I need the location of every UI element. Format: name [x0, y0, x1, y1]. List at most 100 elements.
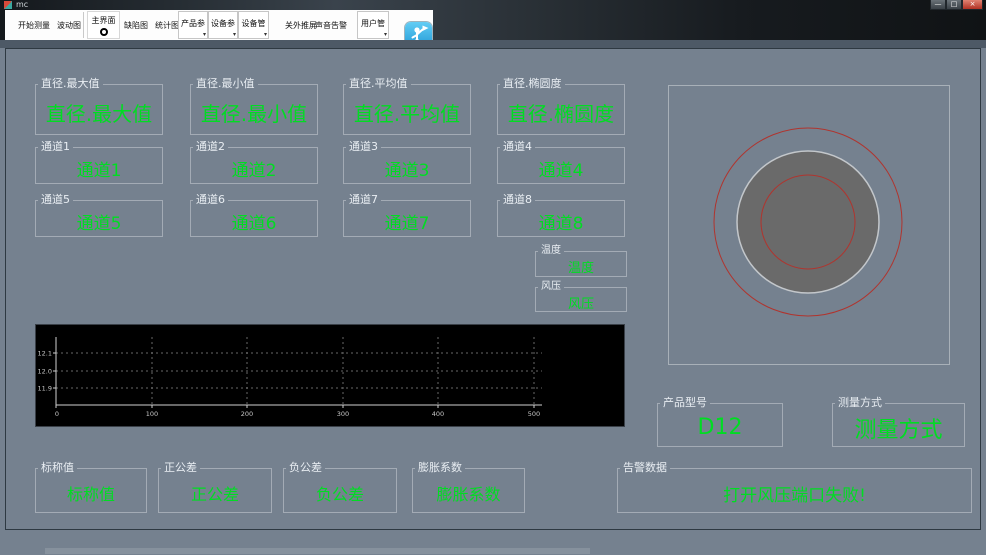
alarm-data-groupbox: 告警数据 打开风压端口失败!	[617, 461, 972, 513]
diameter-max-caption: 直径.最大值	[38, 77, 103, 91]
temperature-caption: 温度	[538, 244, 564, 258]
air-pressure-groupbox: 风压 风压	[535, 280, 627, 312]
dropdown-arrow-icon: ▾	[202, 31, 206, 38]
window-controls: — □ ×	[930, 0, 983, 10]
positive-tolerance-value: 正公差	[190, 485, 239, 504]
diameter-avg-groupbox: 直径.平均值 直径.平均值	[343, 77, 471, 135]
diameter-avg-caption: 直径.平均值	[346, 77, 411, 91]
toolbar-sound-alarm-button[interactable]: 声音告警	[315, 10, 347, 40]
diameter-ovality-value: 直径.椭圆度	[507, 101, 615, 126]
trend-chart: 12.1 12.0 11.9 0 100 200 300 400 500	[35, 324, 625, 427]
chart-x-tick-label: 0	[55, 410, 59, 418]
channel-1-caption: 通道1	[38, 140, 73, 154]
cross-section-display	[668, 85, 950, 365]
expansion-coefficient-caption: 膨胀系数	[415, 461, 465, 475]
app-icon	[4, 1, 12, 9]
channel-5-caption: 通道5	[38, 193, 73, 207]
nominal-value-groupbox: 标称值 标称值	[35, 461, 147, 513]
channel-8-value: 通道8	[538, 213, 584, 234]
channel-1-groupbox: 通道1 通道1	[35, 140, 163, 184]
diameter-ovality-groupbox: 直径.椭圆度 直径.椭圆度	[497, 77, 625, 135]
chart-y-tick-label: 12.1	[38, 350, 52, 358]
channel-3-value: 通道3	[384, 160, 430, 181]
product-model-caption: 产品型号	[660, 396, 710, 410]
channel-2-value: 通道2	[231, 160, 277, 181]
air-pressure-caption: 风压	[538, 280, 564, 294]
toolbar-main-screen-button[interactable]: 主界面	[87, 11, 120, 39]
chart-x-tick-label: 300	[337, 410, 349, 418]
air-pressure-value: 风压	[567, 296, 594, 312]
close-button-icon[interactable]: ×	[962, 0, 983, 10]
temperature-value: 温度	[567, 261, 594, 276]
product-circle	[736, 150, 880, 294]
chart-axes	[55, 337, 542, 406]
positive-tolerance-caption: 正公差	[161, 461, 200, 475]
toolbar-user-manage-dropdown[interactable]: 用户管理 ▾	[357, 11, 389, 52]
diameter-max-value: 直径.最大值	[45, 101, 153, 126]
channel-2-caption: 通道2	[193, 140, 228, 154]
channel-3-groupbox: 通道3 通道3	[343, 140, 471, 184]
expansion-coefficient-groupbox: 膨胀系数 膨胀系数	[412, 461, 525, 513]
diameter-ovality-caption: 直径.椭圆度	[500, 77, 565, 91]
channel-5-groupbox: 通道5 通道5	[35, 193, 163, 237]
chart-y-tick-label: 11.9	[38, 385, 52, 393]
minimize-button-icon[interactable]: —	[930, 0, 946, 10]
chart-x-tick-label: 100	[146, 410, 158, 418]
toolbar-external-screen-button[interactable]: 关外推屏	[285, 10, 317, 40]
channel-4-groupbox: 通道4 通道4	[497, 140, 625, 184]
toolbar-product-params-dropdown[interactable]: 产品参数 ▾	[178, 11, 208, 52]
measure-method-groupbox: 测量方式 测量方式	[832, 396, 965, 447]
channel-4-value: 通道4	[538, 160, 584, 181]
toolbar-device-manage-dropdown[interactable]: 设备管理 ▾	[238, 11, 269, 52]
toolbar-defect-chart-button[interactable]: 缺陷图	[124, 10, 148, 40]
channel-5-value: 通道5	[76, 213, 122, 234]
product-model-groupbox: 产品型号 D12	[657, 396, 783, 447]
toolbar-lower-strip	[0, 40, 986, 48]
negative-tolerance-value: 负公差	[315, 485, 364, 504]
channel-7-groupbox: 通道7 通道7	[343, 193, 471, 237]
window-title: mc	[16, 0, 29, 9]
channel-4-caption: 通道4	[500, 140, 535, 154]
dropdown-arrow-icon: ▾	[263, 31, 267, 38]
diameter-min-value: 直径.最小值	[200, 101, 308, 126]
channel-7-caption: 通道7	[346, 193, 381, 207]
background-window-edge	[45, 548, 590, 554]
diameter-min-groupbox: 直径.最小值 直径.最小值	[190, 77, 318, 135]
channel-7-value: 通道7	[384, 213, 430, 234]
measure-method-value: 测量方式	[854, 417, 943, 443]
negative-tolerance-groupbox: 负公差 负公差	[283, 461, 397, 513]
expansion-coefficient-value: 膨胀系数	[436, 485, 501, 504]
chart-x-tick-label: 500	[528, 410, 540, 418]
product-model-value: D12	[697, 415, 743, 440]
toolbar: 开始测量 波动图 主界面 缺陷图 统计图 产品参数 ▾ 设备参数 ▾ 设备管理 …	[5, 10, 433, 52]
dropdown-arrow-icon: ▾	[232, 31, 236, 38]
alarm-data-caption: 告警数据	[620, 461, 670, 475]
channel-6-value: 通道6	[231, 213, 277, 234]
positive-tolerance-groupbox: 正公差 正公差	[158, 461, 272, 513]
channel-8-caption: 通道8	[500, 193, 535, 207]
application-window: mc — □ × 开始测量 波动图 主界面 缺陷图 统计图 产品参数 ▾ 设备参…	[0, 0, 986, 555]
titlebar[interactable]: mc — □ ×	[0, 0, 986, 10]
channel-8-groupbox: 通道8 通道8	[497, 193, 625, 237]
chart-x-tick-label: 200	[241, 410, 253, 418]
channel-3-caption: 通道3	[346, 140, 381, 154]
temperature-groupbox: 温度 温度	[535, 244, 627, 277]
chart-x-tick-label: 400	[432, 410, 444, 418]
channel-1-value: 通道1	[76, 160, 122, 181]
nominal-value-value: 标称值	[66, 485, 115, 504]
diameter-avg-value: 直径.平均值	[353, 101, 461, 126]
toolbar-device-params-dropdown[interactable]: 设备参数 ▾	[208, 11, 238, 52]
toolbar-start-measure-button[interactable]: 开始测量	[18, 10, 50, 40]
nominal-value-caption: 标称值	[38, 461, 77, 475]
channel-6-groupbox: 通道6 通道6	[190, 193, 318, 237]
chart-y-tick-label: 12.0	[38, 368, 52, 376]
channel-6-caption: 通道6	[193, 193, 228, 207]
toolbar-main-screen-label: 主界面	[91, 16, 116, 25]
diameter-min-caption: 直径.最小值	[193, 77, 258, 91]
negative-tolerance-caption: 负公差	[286, 461, 325, 475]
toolbar-statistics-chart-button[interactable]: 统计图	[155, 10, 179, 40]
toolbar-fluctuation-chart-button[interactable]: 波动图	[57, 10, 81, 40]
main-screen-indicator-icon	[99, 28, 108, 36]
maximize-button-icon[interactable]: □	[946, 0, 962, 10]
alarm-data-value: 打开风压端口失败!	[723, 485, 866, 506]
